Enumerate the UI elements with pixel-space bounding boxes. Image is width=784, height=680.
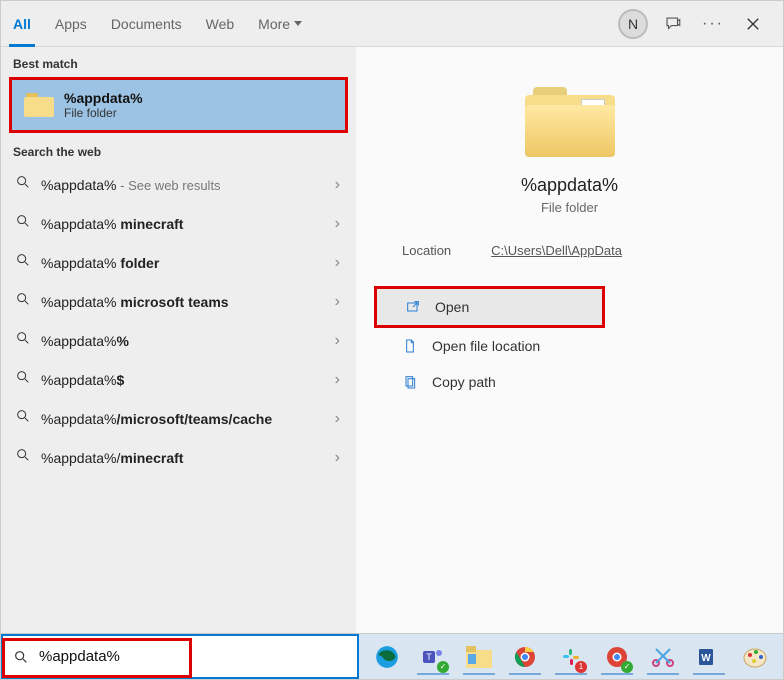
chevron-right-icon: › [335, 371, 340, 389]
search-icon [13, 649, 29, 665]
web-suggestion[interactable]: %appdata%/microsoft/teams/cache › [1, 399, 356, 438]
suggestion-text: %appdata%$ [41, 372, 325, 388]
web-suggestion[interactable]: %appdata%/minecraft › [1, 438, 356, 477]
suggestion-text: %appdata%/minecraft [41, 450, 325, 466]
file-location-icon [402, 338, 418, 354]
action-open-file-location[interactable]: Open file location [374, 328, 765, 364]
search-body: Best match %appdata% File folder Search … [1, 47, 783, 633]
taskbar-row: T ✓ 1 ✓ W [1, 633, 783, 679]
status-tick-icon: ✓ [621, 661, 633, 673]
best-match-subtitle: File folder [64, 106, 143, 120]
action-copy-path-label: Copy path [432, 374, 496, 390]
action-copy-path[interactable]: Copy path [374, 364, 765, 400]
user-avatar[interactable]: N [613, 4, 653, 44]
web-suggestion[interactable]: %appdata% folder › [1, 243, 356, 282]
chevron-down-icon [294, 21, 302, 26]
suggestion-text: %appdata% - See web results [41, 177, 325, 193]
svg-text:T: T [426, 652, 432, 662]
tab-web[interactable]: Web [194, 1, 247, 47]
location-label: Location [402, 243, 451, 258]
svg-text:W: W [701, 653, 711, 664]
web-suggestion[interactable]: %appdata% - See web results › [1, 165, 356, 204]
search-icon [15, 174, 31, 195]
taskbar-edge[interactable] [365, 637, 409, 677]
taskbar-teams[interactable]: T ✓ [411, 637, 455, 677]
windows-search-panel: All Apps Documents Web More N ··· Best m… [0, 0, 784, 680]
section-best-match-label: Best match [1, 47, 356, 77]
close-icon [746, 17, 760, 31]
search-icon [15, 408, 31, 429]
preview-subtitle: File folder [374, 200, 765, 215]
taskbar-snip[interactable] [641, 637, 685, 677]
best-match-result[interactable]: %appdata% File folder [9, 77, 348, 133]
chevron-right-icon: › [335, 410, 340, 428]
tab-all[interactable]: All [1, 1, 43, 47]
edge-icon [374, 644, 400, 670]
results-column: Best match %appdata% File folder Search … [1, 47, 356, 633]
action-open-location-label: Open file location [432, 338, 540, 354]
notification-badge: 1 [575, 661, 587, 673]
location-link[interactable]: C:\Users\Dell\AppData [491, 243, 622, 258]
search-icon [15, 291, 31, 312]
preview-title: %appdata% [374, 175, 765, 196]
web-suggestion[interactable]: %appdata%% › [1, 321, 356, 360]
word-icon: W [697, 645, 721, 669]
folder-large-icon [525, 87, 615, 157]
tab-more[interactable]: More [246, 1, 314, 47]
search-icon [15, 252, 31, 273]
web-suggestion[interactable]: %appdata% minecraft › [1, 204, 356, 243]
suggestion-text: %appdata% minecraft [41, 216, 325, 232]
tab-more-label: More [258, 16, 290, 32]
search-tabs: All Apps Documents Web More N ··· [1, 1, 783, 47]
suggestion-text: %appdata% folder [41, 255, 325, 271]
tab-apps[interactable]: Apps [43, 1, 99, 47]
search-icon [15, 330, 31, 351]
open-icon [405, 299, 421, 315]
section-search-web-label: Search the web [1, 135, 356, 165]
snip-icon [650, 645, 676, 669]
search-icon [15, 447, 31, 468]
tab-documents[interactable]: Documents [99, 1, 194, 47]
more-options-button[interactable]: ··· [693, 4, 733, 44]
taskbar-slack[interactable]: 1 [549, 637, 593, 677]
action-open-label: Open [435, 299, 469, 315]
chevron-right-icon: › [335, 332, 340, 350]
feedback-button[interactable] [653, 4, 693, 44]
chevron-right-icon: › [335, 449, 340, 467]
feedback-icon [664, 15, 682, 33]
chevron-right-icon: › [335, 293, 340, 311]
paint-icon [742, 645, 768, 669]
web-suggestion[interactable]: %appdata%$ › [1, 360, 356, 399]
search-icon [15, 369, 31, 390]
folder-icon [24, 93, 54, 117]
suggestion-text: %appdata%% [41, 333, 325, 349]
web-suggestion[interactable]: %appdata% microsoft teams › [1, 282, 356, 321]
taskbar-file-explorer[interactable] [457, 637, 501, 677]
file-explorer-icon [466, 646, 492, 668]
ellipsis-icon: ··· [702, 15, 724, 33]
location-row: Location C:\Users\Dell\AppData [402, 243, 737, 258]
search-box[interactable] [1, 634, 359, 679]
close-button[interactable] [733, 4, 773, 44]
preview-pane: %appdata% File folder Location C:\Users\… [356, 47, 783, 633]
taskbar: T ✓ 1 ✓ W [359, 634, 783, 679]
best-match-title: %appdata% [64, 90, 143, 106]
avatar-initial: N [618, 9, 648, 39]
status-tick-icon: ✓ [437, 661, 449, 673]
best-match-text: %appdata% File folder [64, 90, 143, 120]
chevron-right-icon: › [335, 215, 340, 233]
chrome-icon [513, 645, 537, 669]
copy-icon [402, 374, 418, 390]
chevron-right-icon: › [335, 254, 340, 272]
search-icon [15, 213, 31, 234]
search-input[interactable] [39, 648, 347, 665]
chevron-right-icon: › [335, 176, 340, 194]
taskbar-word[interactable]: W [687, 637, 731, 677]
action-open[interactable]: Open [374, 286, 605, 328]
taskbar-paint[interactable] [733, 637, 777, 677]
taskbar-chrome[interactable] [503, 637, 547, 677]
suggestion-text: %appdata%/microsoft/teams/cache [41, 411, 325, 427]
taskbar-chrome-beta[interactable]: ✓ [595, 637, 639, 677]
suggestion-text: %appdata% microsoft teams [41, 294, 325, 310]
